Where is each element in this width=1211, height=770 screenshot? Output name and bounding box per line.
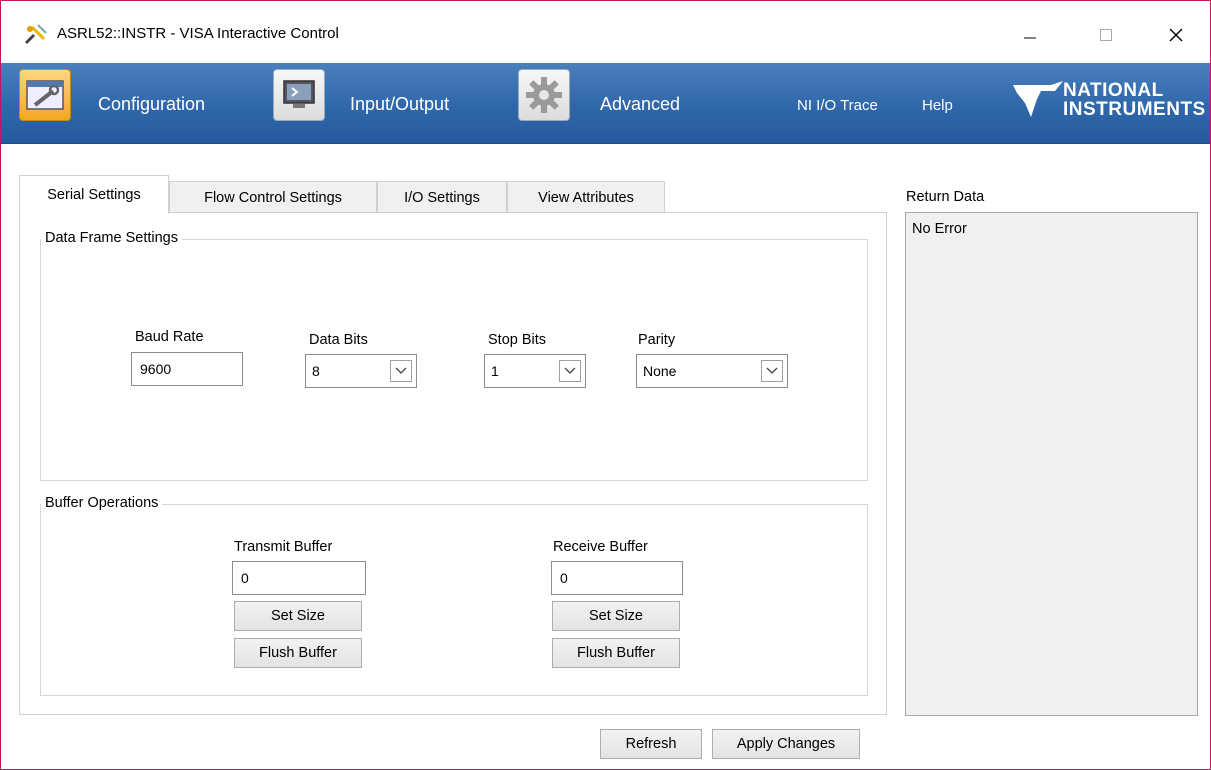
return-data-label: Return Data bbox=[906, 189, 985, 205]
chevron-down-icon[interactable] bbox=[390, 360, 412, 382]
tab-flow-control-settings[interactable]: Flow Control Settings bbox=[169, 181, 377, 213]
receive-buffer-input[interactable]: 0 bbox=[551, 561, 683, 595]
gear-icon[interactable] bbox=[518, 69, 570, 121]
group-title: Data Frame Settings bbox=[41, 230, 182, 246]
ni-io-trace-link[interactable]: NI I/O Trace bbox=[797, 97, 878, 114]
return-data-box[interactable]: No Error bbox=[905, 212, 1198, 716]
tab-io-settings[interactable]: I/O Settings bbox=[377, 181, 507, 213]
return-data-text: No Error bbox=[912, 221, 967, 237]
configuration-icon[interactable] bbox=[19, 69, 71, 121]
app-window: ASRL52::INSTR - VISA Interactive Control… bbox=[0, 0, 1211, 770]
receive-buffer-label: Receive Buffer bbox=[553, 539, 648, 555]
close-icon bbox=[1169, 28, 1183, 42]
help-link[interactable]: Help bbox=[922, 97, 953, 114]
receive-set-size-button[interactable]: Set Size bbox=[552, 601, 680, 631]
eagle-logo-icon bbox=[1013, 81, 1063, 117]
transmit-flush-buffer-button[interactable]: Flush Buffer bbox=[234, 638, 362, 668]
transmit-buffer-label: Transmit Buffer bbox=[234, 539, 333, 555]
advanced-button[interactable]: Advanced bbox=[600, 94, 680, 115]
stop-bits-select[interactable]: 1 bbox=[484, 354, 586, 388]
app-icon bbox=[24, 23, 48, 45]
serial-settings-panel: Data Frame Settings Baud Rate 9600 Data … bbox=[19, 212, 887, 715]
parity-value: None bbox=[643, 363, 677, 379]
tab-view-attributes[interactable]: View Attributes bbox=[507, 181, 665, 213]
input-output-icon[interactable] bbox=[273, 69, 325, 121]
input-output-button[interactable]: Input/Output bbox=[350, 94, 449, 115]
title-bar[interactable]: ASRL52::INSTR - VISA Interactive Control bbox=[1, 1, 1210, 61]
data-bits-select[interactable]: 8 bbox=[305, 354, 417, 388]
transmit-buffer-input[interactable]: 0 bbox=[232, 561, 366, 595]
baud-rate-input[interactable]: 9600 bbox=[131, 352, 243, 386]
receive-flush-buffer-button[interactable]: Flush Buffer bbox=[552, 638, 680, 668]
data-bits-value: 8 bbox=[312, 363, 320, 379]
stop-bits-label: Stop Bits bbox=[488, 332, 547, 348]
minimize-icon bbox=[1024, 37, 1036, 39]
window-title: ASRL52::INSTR - VISA Interactive Control bbox=[57, 25, 339, 42]
maximize-icon bbox=[1100, 29, 1112, 41]
chevron-down-icon[interactable] bbox=[761, 360, 783, 382]
close-button[interactable] bbox=[1153, 17, 1199, 53]
tab-label: View Attributes bbox=[538, 189, 634, 206]
data-frame-settings-group: Data Frame Settings Baud Rate 9600 Data … bbox=[40, 230, 868, 481]
logo-line-2: INSTRUMENTS bbox=[1063, 99, 1206, 120]
transmit-set-size-button[interactable]: Set Size bbox=[234, 601, 362, 631]
main-toolbar: Configuration Input/Output Advanced NI I… bbox=[1, 63, 1210, 144]
tab-serial-settings[interactable]: Serial Settings bbox=[19, 175, 169, 214]
parity-select[interactable]: None bbox=[636, 354, 788, 388]
tab-label: I/O Settings bbox=[404, 189, 480, 206]
national-instruments-logo: NATIONAL INSTRUMENTS bbox=[1011, 77, 1210, 129]
minimize-button[interactable] bbox=[1007, 17, 1053, 53]
refresh-button[interactable]: Refresh bbox=[600, 729, 702, 759]
apply-changes-button[interactable]: Apply Changes bbox=[712, 729, 860, 759]
parity-label: Parity bbox=[638, 332, 676, 348]
logo-line-1: NATIONAL bbox=[1063, 80, 1164, 101]
configuration-button[interactable]: Configuration bbox=[98, 94, 205, 115]
buffer-operations-group: Buffer Operations Transmit Buffer 0 Set … bbox=[40, 495, 868, 696]
stop-bits-value: 1 bbox=[491, 363, 499, 379]
maximize-button[interactable] bbox=[1083, 17, 1129, 53]
data-bits-label: Data Bits bbox=[309, 332, 368, 348]
group-title: Buffer Operations bbox=[41, 495, 163, 511]
baud-rate-label: Baud Rate bbox=[135, 329, 204, 345]
tab-label: Serial Settings bbox=[47, 187, 141, 203]
chevron-down-icon[interactable] bbox=[559, 360, 581, 382]
tab-label: Flow Control Settings bbox=[204, 189, 342, 206]
